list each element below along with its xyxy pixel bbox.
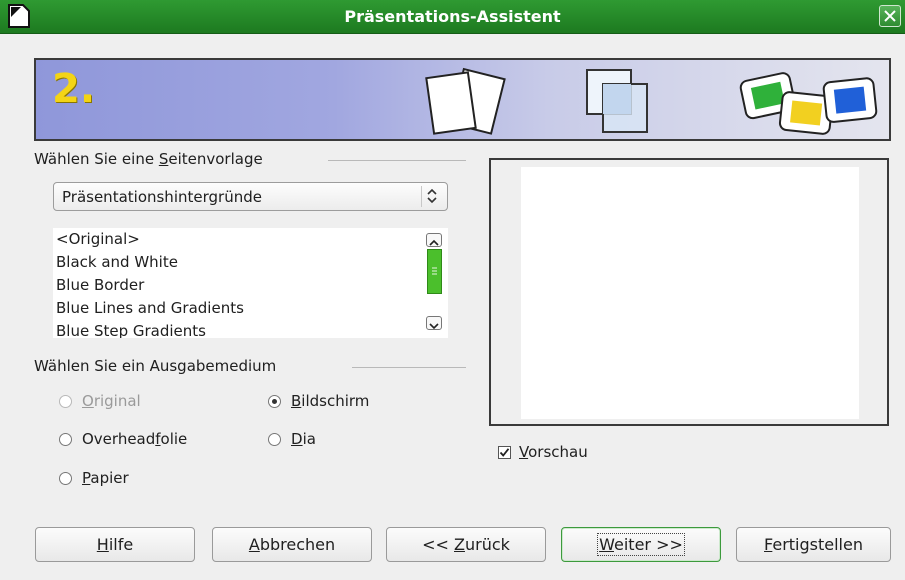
step-number: 2.: [52, 66, 96, 112]
radio-circle: [59, 395, 72, 408]
radio-overhead[interactable]: Overheadfolie: [59, 429, 187, 449]
combo-arrows-icon: [421, 186, 441, 207]
title-bar: Präsentations-Assistent: [0, 0, 905, 34]
pages-icon: [425, 67, 506, 135]
scroll-up-button[interactable]: [426, 233, 442, 247]
preview-frame: [489, 158, 889, 426]
window-title: Präsentations-Assistent: [344, 7, 561, 26]
radio-paper[interactable]: Papier: [59, 468, 129, 488]
template-category-value: Präsentationshintergründe: [62, 188, 262, 206]
grip-icon: [432, 267, 437, 275]
preview-checkbox[interactable]: Vorschau: [498, 442, 588, 462]
back-button[interactable]: << Zurück: [386, 527, 546, 562]
scroll-down-button[interactable]: [426, 316, 442, 330]
list-item[interactable]: Blue Step Gradients: [53, 320, 448, 338]
close-button[interactable]: [879, 5, 901, 27]
finish-button[interactable]: Fertigstellen: [736, 527, 891, 562]
preview-canvas: [521, 167, 859, 419]
list-item[interactable]: <Original>: [53, 228, 448, 251]
template-category-select[interactable]: Präsentationshintergründe: [53, 182, 448, 211]
chevron-up-icon: [429, 239, 439, 246]
chevron-down-icon: [429, 323, 439, 330]
template-list[interactable]: <Original> Black and White Blue Border B…: [53, 228, 448, 338]
wizard-banner: 2.: [34, 58, 891, 141]
radio-circle: [59, 433, 72, 446]
help-button[interactable]: Hilfe: [35, 527, 195, 562]
next-button-label: Weiter >>: [597, 533, 685, 556]
close-icon: [884, 10, 896, 22]
scroll-thumb[interactable]: [427, 249, 442, 294]
checkbox-box: [498, 446, 511, 459]
radio-slide[interactable]: Dia: [268, 429, 316, 449]
output-medium-legend: Wählen Sie ein Ausgabemedium: [34, 357, 277, 375]
cancel-button[interactable]: Abbrechen: [212, 527, 372, 562]
overlap-pages-icon: [586, 69, 648, 133]
radio-circle: [268, 395, 281, 408]
list-item[interactable]: Blue Border: [53, 274, 448, 297]
page-template-divider: [328, 160, 466, 161]
slides-icon: [739, 72, 878, 135]
template-list-scrollbar[interactable]: [424, 230, 444, 334]
radio-circle: [59, 472, 72, 485]
radio-original[interactable]: Original: [59, 391, 141, 411]
radio-circle: [268, 433, 281, 446]
list-item[interactable]: Black and White: [53, 251, 448, 274]
check-icon: [499, 448, 510, 457]
radio-screen[interactable]: Bildschirm: [268, 391, 369, 411]
next-button[interactable]: Weiter >>: [561, 527, 721, 562]
output-medium-divider: [352, 367, 466, 368]
list-item[interactable]: Blue Lines and Gradients: [53, 297, 448, 320]
page-template-legend: Wählen Sie eine Seitenvorlage: [34, 150, 263, 168]
